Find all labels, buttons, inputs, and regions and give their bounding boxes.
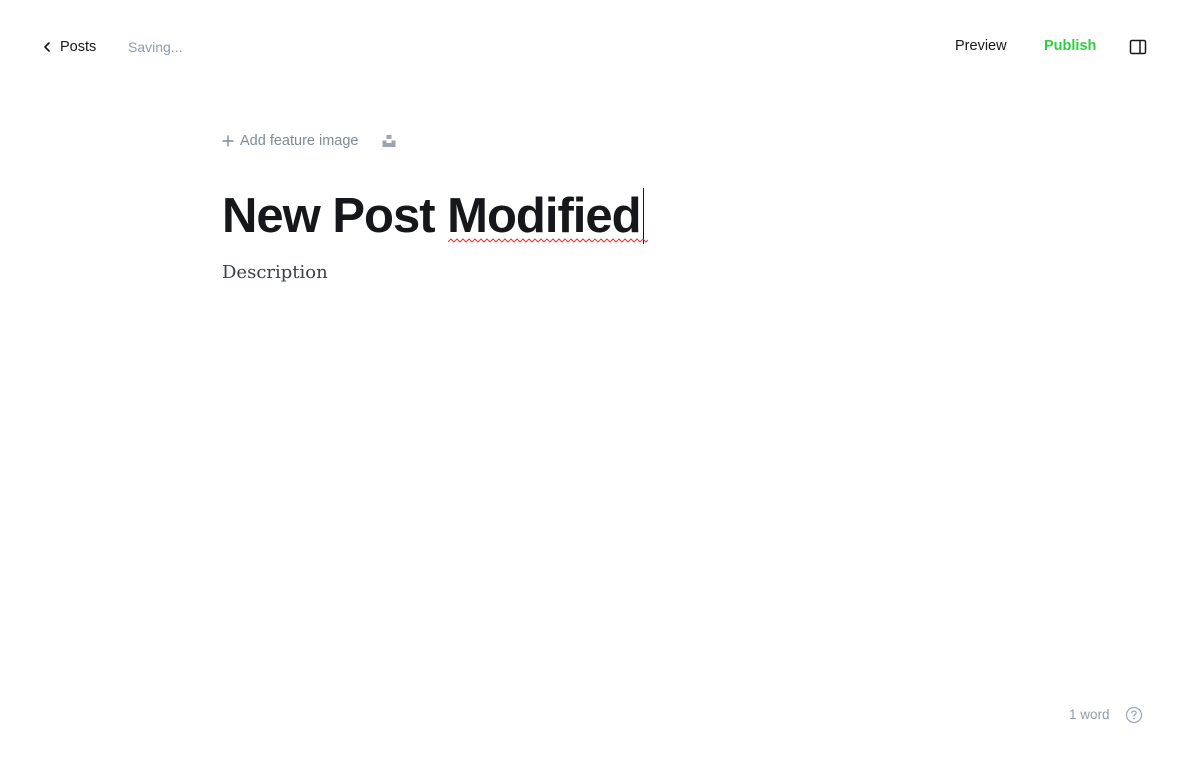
post-editor: Add feature image New Post Modified Desc… xyxy=(222,120,962,283)
question-circle-icon xyxy=(1125,706,1143,724)
unsplash-button[interactable] xyxy=(381,133,397,149)
spellcheck-underline xyxy=(448,238,648,243)
chevron-left-icon xyxy=(44,42,50,52)
sidebar-toggle-icon xyxy=(1129,39,1147,55)
save-status: Saving... xyxy=(128,39,183,55)
preview-button[interactable]: Preview xyxy=(955,38,1007,54)
excerpt-input[interactable]: Description xyxy=(222,262,962,283)
help-button[interactable] xyxy=(1125,706,1143,724)
add-feature-image-label: Add feature image xyxy=(240,133,359,149)
title-wrapper: New Post Modified xyxy=(222,188,648,244)
post-title-input[interactable]: New Post Modified xyxy=(222,188,644,244)
add-feature-image-button[interactable]: Add feature image xyxy=(222,133,359,149)
back-to-posts-link[interactable]: Posts xyxy=(40,37,96,57)
feature-image-row: Add feature image xyxy=(222,120,962,162)
sidebar-toggle-button[interactable] xyxy=(1128,37,1148,57)
publish-button[interactable]: Publish xyxy=(1044,38,1096,54)
editor-header: Posts Saving... Preview Publish xyxy=(0,0,1184,94)
back-link-label: Posts xyxy=(60,39,97,55)
plus-icon xyxy=(222,135,234,147)
unsplash-icon xyxy=(382,135,395,147)
word-count: 1 word xyxy=(1069,707,1110,722)
